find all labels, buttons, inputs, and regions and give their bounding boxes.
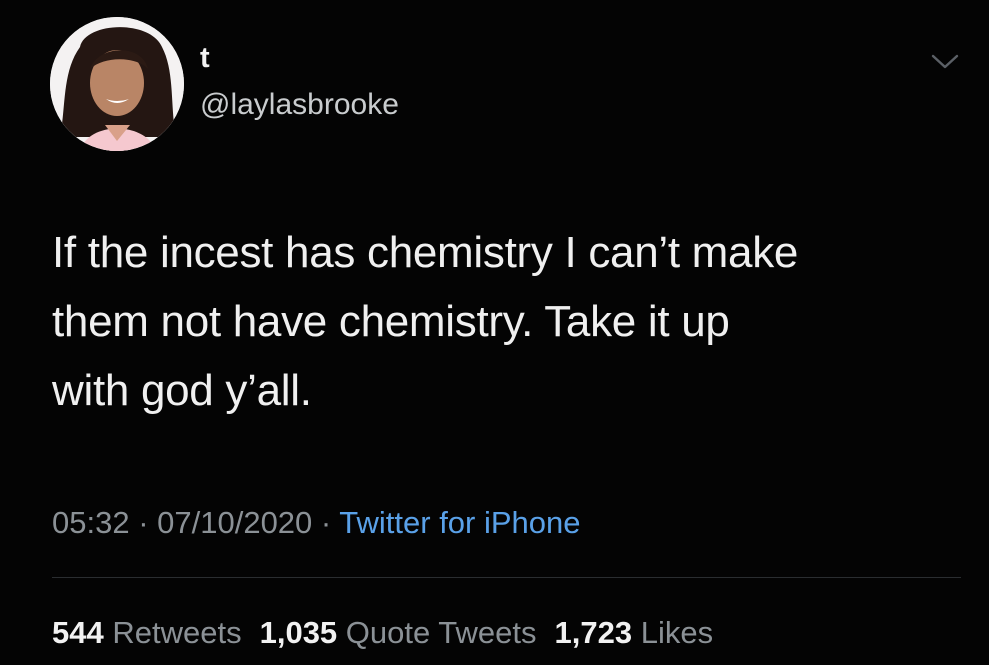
likes-label: Likes xyxy=(640,615,714,650)
tweet-card: t @laylasbrooke If the incest has chemis… xyxy=(0,0,989,665)
retweets-stat[interactable]: 544 Retweets xyxy=(52,615,242,650)
avatar-image xyxy=(50,17,184,151)
quote-tweets-count: 1,035 xyxy=(259,615,338,650)
quote-tweets-stat[interactable]: 1,035 Quote Tweets xyxy=(260,615,537,650)
tweet-stats: 544 Retweets 1,035 Quote Tweets 1,723 Like… xyxy=(52,615,713,651)
tweet-time[interactable]: 05:32 xyxy=(52,505,130,540)
meta-separator: · xyxy=(129,505,158,540)
tweet-date[interactable]: 07/10/2020 xyxy=(157,505,312,540)
avatar[interactable] xyxy=(50,17,184,151)
user-handle[interactable]: @laylasbrooke xyxy=(200,90,399,120)
retweets-label: Retweets xyxy=(112,615,242,650)
chevron-down-icon[interactable] xyxy=(930,50,960,72)
quote-tweets-label: Quote Tweets xyxy=(345,615,537,650)
likes-count: 1,723 xyxy=(554,615,633,650)
divider xyxy=(52,577,961,578)
retweets-count: 544 xyxy=(52,615,104,650)
likes-stat[interactable]: 1,723 Likes xyxy=(555,615,714,650)
tweet-meta: 05:32 · 07/10/2020 · Twitter for iPhone xyxy=(52,505,581,541)
meta-separator: · xyxy=(312,505,340,540)
display-name[interactable]: t xyxy=(200,44,210,73)
tweet-text: If the incest has chemistry I can’t make… xyxy=(52,228,799,415)
tweet-source-link[interactable]: Twitter for iPhone xyxy=(339,505,580,540)
